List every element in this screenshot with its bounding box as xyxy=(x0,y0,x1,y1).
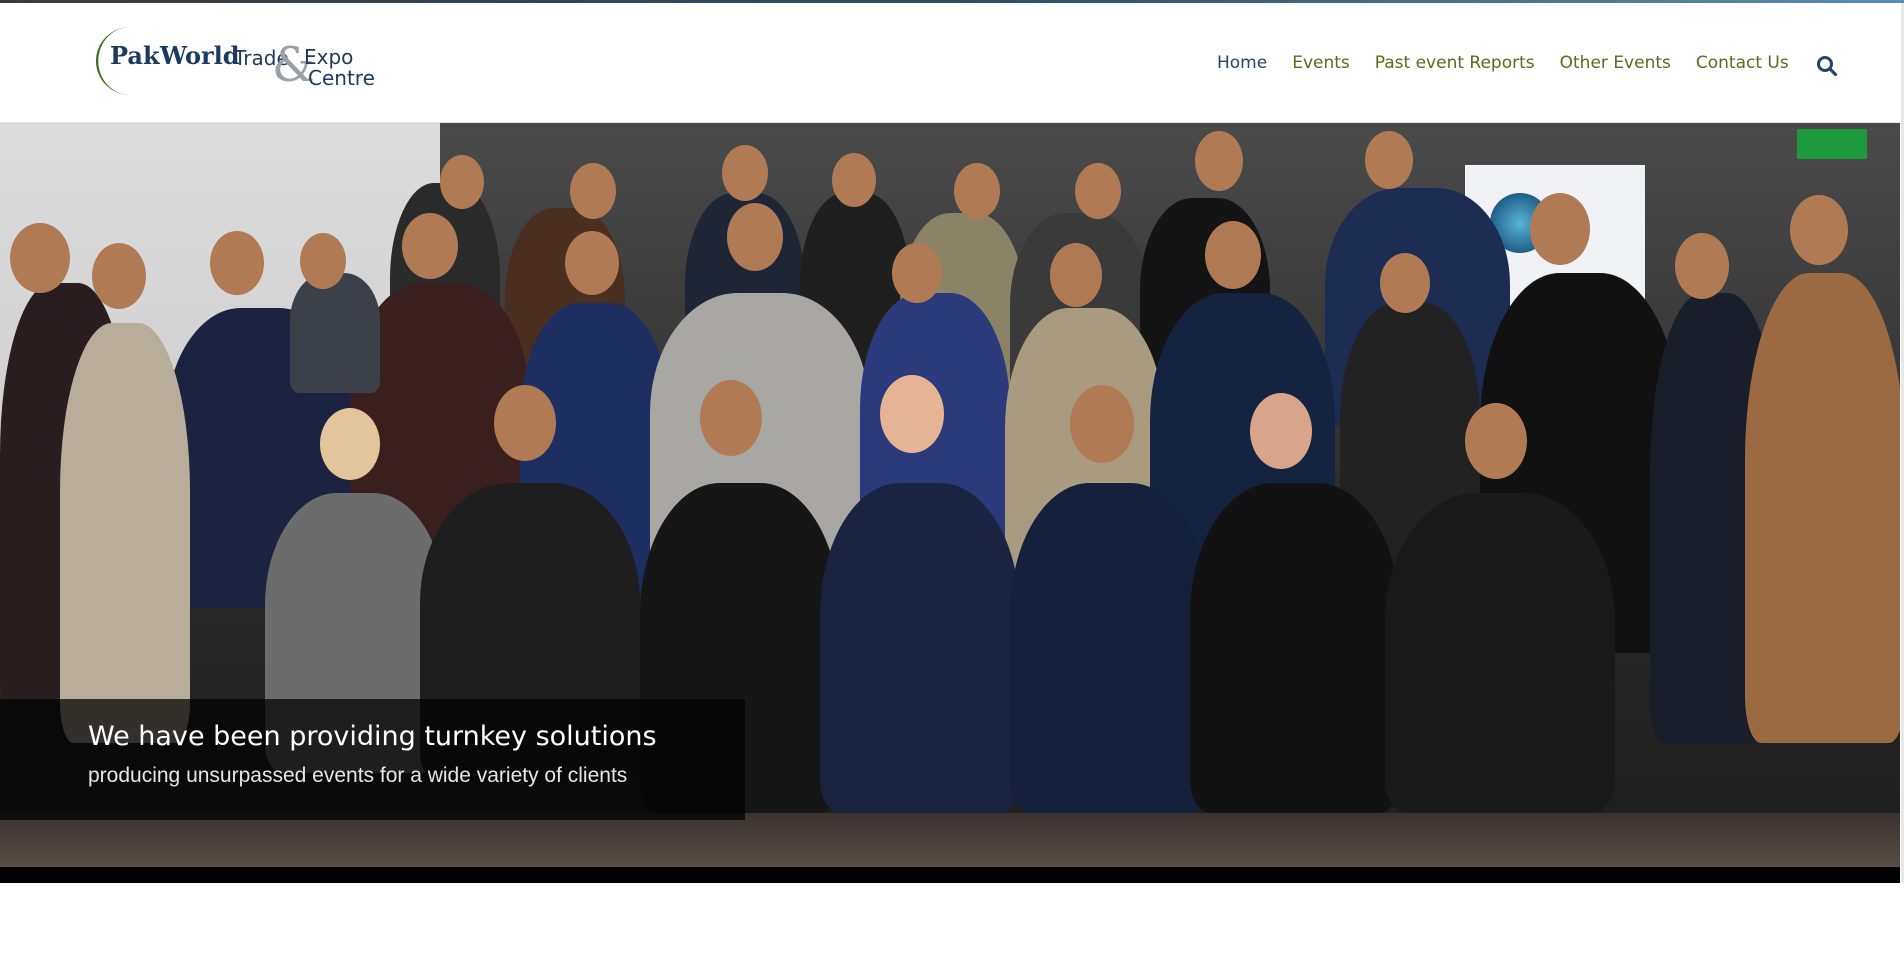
site-logo[interactable]: Pak World Trade & Expo Centre xyxy=(86,21,386,101)
search-button[interactable] xyxy=(1816,55,1840,79)
logo-word-centre: Centre xyxy=(308,66,375,90)
main-nav: Home Events Past event Reports Other Eve… xyxy=(1217,53,1814,73)
hero-caption-subtitle: producing unsurpassed events for a wide … xyxy=(88,764,628,787)
nav-item-contact-us[interactable]: Contact Us xyxy=(1696,53,1789,73)
site-header: Pak World Trade & Expo Centre Home Event… xyxy=(0,3,1900,123)
hero-bottom-bar xyxy=(0,867,1900,883)
logo-word-pak: Pak xyxy=(110,41,160,70)
photo-exit-sign xyxy=(1797,129,1867,159)
hero-caption-title: We have been providing turnkey solutions xyxy=(88,721,657,752)
hero-group-photo: We have been providing turnkey solutions… xyxy=(0,123,1900,867)
search-icon xyxy=(1817,56,1838,77)
hero-slider: We have been providing turnkey solutions… xyxy=(0,123,1900,883)
nav-item-events[interactable]: Events xyxy=(1292,53,1350,73)
nav-item-other-events[interactable]: Other Events xyxy=(1560,53,1671,73)
nav-item-home[interactable]: Home xyxy=(1217,53,1267,73)
photo-floor xyxy=(0,813,1900,867)
logo-word-world: World xyxy=(160,41,240,70)
hero-caption-box: We have been providing turnkey solutions… xyxy=(0,699,745,820)
nav-item-past-event-reports[interactable]: Past event Reports xyxy=(1375,53,1535,73)
